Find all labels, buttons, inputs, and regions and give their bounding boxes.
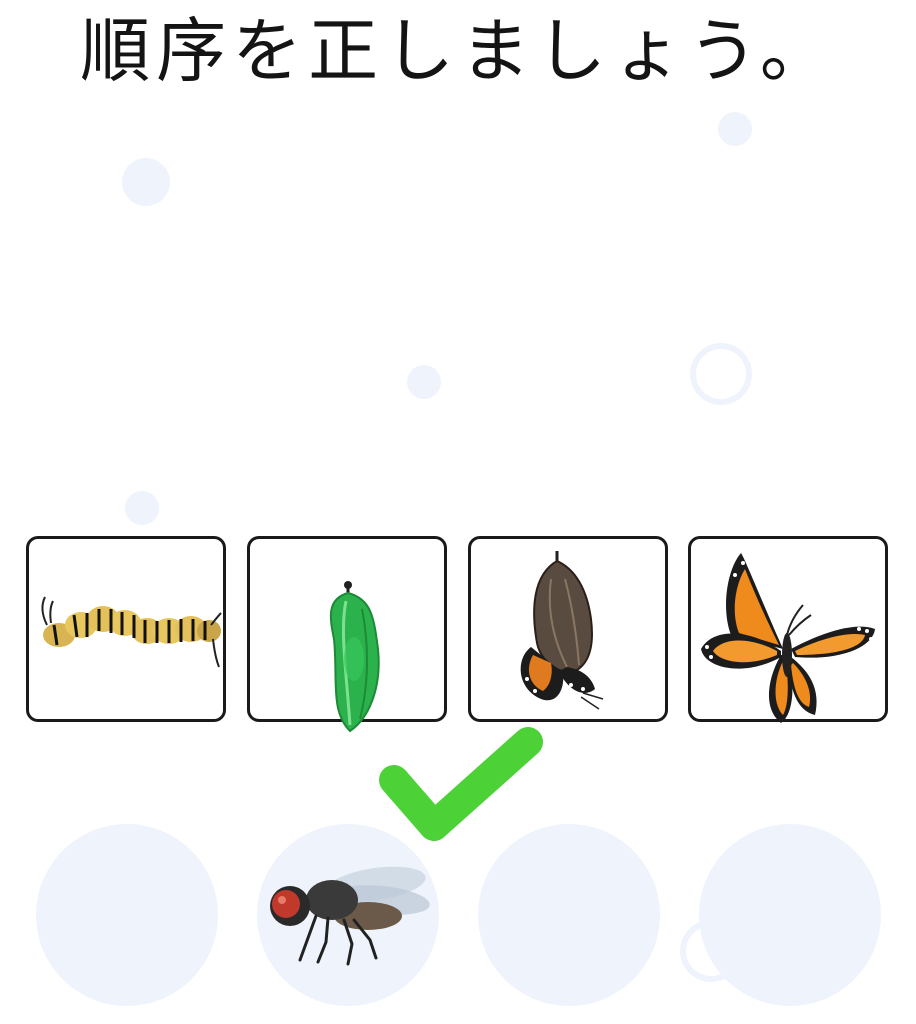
card-caterpillar[interactable] [26,536,226,722]
background-bubble [125,491,159,525]
chrysalis-icon [329,581,380,733]
emerging-butterfly-icon [520,551,604,710]
butterfly-icon [701,553,875,723]
card-butterfly[interactable] [688,536,888,723]
caterpillar-icon [41,596,222,668]
answer-slot-1[interactable] [36,824,218,1006]
answer-slot-3[interactable] [478,824,660,1006]
card-chrysalis[interactable] [247,536,447,733]
background-bubble [407,365,441,399]
fly-icon[interactable] [256,850,446,970]
checkmark-icon [379,727,543,841]
background-bubble [718,112,752,146]
background-ring [690,343,752,405]
background-bubble [122,158,170,206]
page-title: 順序を正しましょう。 [80,10,836,92]
background-ring [680,920,742,982]
answer-slot-4[interactable] [699,824,881,1006]
card-emerging-butterfly[interactable] [468,536,668,722]
